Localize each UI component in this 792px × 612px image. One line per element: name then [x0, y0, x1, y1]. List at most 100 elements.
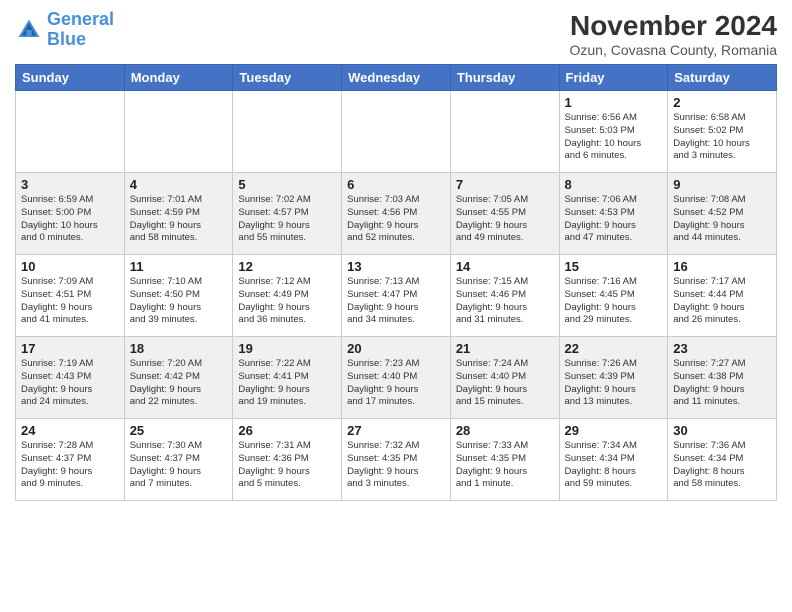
table-row: 11 Sunrise: 7:10 AM Sunset: 4:50 PM Dayli… [124, 255, 233, 337]
day-info: Sunrise: 7:32 AM Sunset: 4:35 PM Dayligh… [347, 440, 445, 491]
day-number: 10 [21, 259, 119, 274]
day-number: 5 [238, 177, 336, 192]
table-row: 3 Sunrise: 6:59 AM Sunset: 5:00 PM Daylig… [16, 173, 125, 255]
table-row: 4 Sunrise: 7:01 AM Sunset: 4:59 PM Daylig… [124, 173, 233, 255]
header-saturday: Saturday [668, 65, 777, 91]
day-info: Sunrise: 7:08 AM Sunset: 4:52 PM Dayligh… [673, 194, 771, 245]
day-info: Sunrise: 7:10 AM Sunset: 4:50 PM Dayligh… [130, 276, 228, 327]
day-number: 3 [21, 177, 119, 192]
table-row: 21Sunrise: 7:24 AM Sunset: 4:40 PM Dayli… [450, 337, 559, 419]
day-number: 6 [347, 177, 445, 192]
logo-icon [15, 16, 43, 44]
table-row: 8Sunrise: 7:06 AM Sunset: 4:53 PM Daylig… [559, 173, 668, 255]
day-number: 18 [130, 341, 228, 356]
table-row: 13 Sunrise: 7:13 AM Sunset: 4:47 PM Dayli… [342, 255, 451, 337]
table-row: 5 Sunrise: 7:02 AM Sunset: 4:57 PM Daylig… [233, 173, 342, 255]
day-info: Sunrise: 7:15 AM Sunset: 4:46 PM Dayligh… [456, 276, 554, 327]
table-row: 7 Sunrise: 7:05 AM Sunset: 4:55 PM Daylig… [450, 173, 559, 255]
day-info: Sunrise: 7:30 AM Sunset: 4:37 PM Dayligh… [130, 440, 228, 491]
calendar-week-2: 3 Sunrise: 6:59 AM Sunset: 5:00 PM Daylig… [16, 173, 777, 255]
header-wednesday: Wednesday [342, 65, 451, 91]
day-info: Sunrise: 7:19 AM Sunset: 4:43 PM Dayligh… [21, 358, 119, 409]
day-info: Sunrise: 7:28 AM Sunset: 4:37 PM Dayligh… [21, 440, 119, 491]
table-row [450, 91, 559, 173]
calendar-week-1: 1Sunrise: 6:56 AM Sunset: 5:03 PM Daylig… [16, 91, 777, 173]
day-number: 21 [456, 341, 554, 356]
day-number: 28 [456, 423, 554, 438]
day-number: 17 [21, 341, 119, 356]
day-number: 4 [130, 177, 228, 192]
day-number: 30 [673, 423, 771, 438]
day-info: Sunrise: 7:05 AM Sunset: 4:55 PM Dayligh… [456, 194, 554, 245]
table-row: 28 Sunrise: 7:33 AM Sunset: 4:35 PM Dayli… [450, 419, 559, 501]
day-number: 14 [456, 259, 554, 274]
day-info: Sunrise: 7:13 AM Sunset: 4:47 PM Dayligh… [347, 276, 445, 327]
calendar-table: Sunday Monday Tuesday Wednesday Thursday… [15, 64, 777, 501]
day-info: Sunrise: 7:12 AM Sunset: 4:49 PM Dayligh… [238, 276, 336, 327]
table-row: 2Sunrise: 6:58 AM Sunset: 5:02 PM Daylig… [668, 91, 777, 173]
day-info: Sunrise: 7:01 AM Sunset: 4:59 PM Dayligh… [130, 194, 228, 245]
logo-blue: Blue [47, 30, 114, 50]
day-info: Sunrise: 7:36 AM Sunset: 4:34 PM Dayligh… [673, 440, 771, 491]
table-row: 20 Sunrise: 7:23 AM Sunset: 4:40 PM Dayli… [342, 337, 451, 419]
day-number: 19 [238, 341, 336, 356]
calendar-week-5: 24 Sunrise: 7:28 AM Sunset: 4:37 PM Dayli… [16, 419, 777, 501]
table-row: 30 Sunrise: 7:36 AM Sunset: 4:34 PM Dayli… [668, 419, 777, 501]
table-row: 22 Sunrise: 7:26 AM Sunset: 4:39 PM Dayli… [559, 337, 668, 419]
table-row: 9 Sunrise: 7:08 AM Sunset: 4:52 PM Daylig… [668, 173, 777, 255]
day-number: 7 [456, 177, 554, 192]
table-row: 18Sunrise: 7:20 AM Sunset: 4:42 PM Dayli… [124, 337, 233, 419]
day-number: 24 [21, 423, 119, 438]
day-info: Sunrise: 7:33 AM Sunset: 4:35 PM Dayligh… [456, 440, 554, 491]
day-number: 25 [130, 423, 228, 438]
header-monday: Monday [124, 65, 233, 91]
table-row: 19 Sunrise: 7:22 AM Sunset: 4:41 PM Dayli… [233, 337, 342, 419]
table-row: 6Sunrise: 7:03 AM Sunset: 4:56 PM Daylig… [342, 173, 451, 255]
day-info: Sunrise: 7:22 AM Sunset: 4:41 PM Dayligh… [238, 358, 336, 409]
day-info: Sunrise: 7:09 AM Sunset: 4:51 PM Dayligh… [21, 276, 119, 327]
day-number: 23 [673, 341, 771, 356]
day-info: Sunrise: 7:23 AM Sunset: 4:40 PM Dayligh… [347, 358, 445, 409]
day-info: Sunrise: 7:02 AM Sunset: 4:57 PM Dayligh… [238, 194, 336, 245]
logo-text: General Blue [47, 10, 114, 50]
header-tuesday: Tuesday [233, 65, 342, 91]
day-info: Sunrise: 7:27 AM Sunset: 4:38 PM Dayligh… [673, 358, 771, 409]
table-row [16, 91, 125, 173]
table-row: 16 Sunrise: 7:17 AM Sunset: 4:44 PM Dayli… [668, 255, 777, 337]
page-container: General Blue November 2024 Ozun, Covasna… [0, 0, 792, 612]
table-row: 23 Sunrise: 7:27 AM Sunset: 4:38 PM Dayli… [668, 337, 777, 419]
table-row: 27 Sunrise: 7:32 AM Sunset: 4:35 PM Dayli… [342, 419, 451, 501]
day-number: 11 [130, 259, 228, 274]
day-number: 27 [347, 423, 445, 438]
day-info: Sunrise: 7:16 AM Sunset: 4:45 PM Dayligh… [565, 276, 663, 327]
table-row: 17 Sunrise: 7:19 AM Sunset: 4:43 PM Dayli… [16, 337, 125, 419]
day-number: 26 [238, 423, 336, 438]
day-number: 9 [673, 177, 771, 192]
table-row: 25 Sunrise: 7:30 AM Sunset: 4:37 PM Dayli… [124, 419, 233, 501]
table-row: 1Sunrise: 6:56 AM Sunset: 5:03 PM Daylig… [559, 91, 668, 173]
logo-general: General [47, 9, 114, 29]
day-number: 15 [565, 259, 663, 274]
table-row: 26 Sunrise: 7:31 AM Sunset: 4:36 PM Dayli… [233, 419, 342, 501]
table-row: 10 Sunrise: 7:09 AM Sunset: 4:51 PM Dayli… [16, 255, 125, 337]
day-info: Sunrise: 6:59 AM Sunset: 5:00 PM Dayligh… [21, 194, 119, 245]
day-number: 20 [347, 341, 445, 356]
header: General Blue November 2024 Ozun, Covasna… [15, 10, 777, 58]
day-number: 16 [673, 259, 771, 274]
day-info: Sunrise: 7:31 AM Sunset: 4:36 PM Dayligh… [238, 440, 336, 491]
day-info: Sunrise: 6:58 AM Sunset: 5:02 PM Dayligh… [673, 112, 771, 163]
month-title: November 2024 [569, 10, 777, 42]
day-info: Sunrise: 7:17 AM Sunset: 4:44 PM Dayligh… [673, 276, 771, 327]
day-number: 22 [565, 341, 663, 356]
header-sunday: Sunday [16, 65, 125, 91]
day-number: 13 [347, 259, 445, 274]
table-row: 14 Sunrise: 7:15 AM Sunset: 4:46 PM Dayli… [450, 255, 559, 337]
day-info: Sunrise: 7:06 AM Sunset: 4:53 PM Dayligh… [565, 194, 663, 245]
day-number: 29 [565, 423, 663, 438]
table-row [124, 91, 233, 173]
table-row [342, 91, 451, 173]
day-number: 12 [238, 259, 336, 274]
day-info: Sunrise: 7:26 AM Sunset: 4:39 PM Dayligh… [565, 358, 663, 409]
day-info: Sunrise: 7:34 AM Sunset: 4:34 PM Dayligh… [565, 440, 663, 491]
header-friday: Friday [559, 65, 668, 91]
